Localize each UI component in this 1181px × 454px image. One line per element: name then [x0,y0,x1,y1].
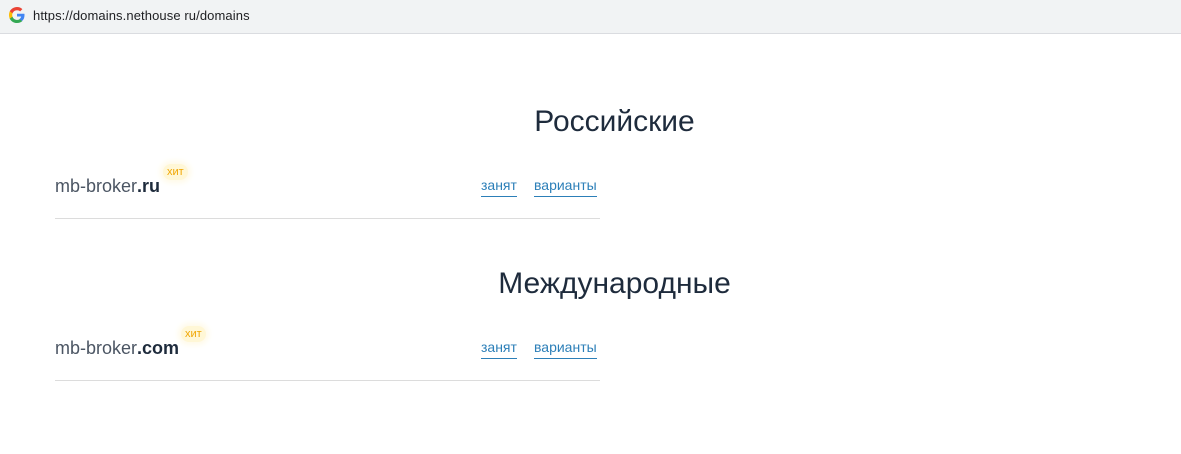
hit-badge: хит [163,164,188,180]
address-bar[interactable]: https://domains.nethouse ru/domains [0,0,1181,34]
variants-link[interactable]: варианты [534,177,597,197]
domain-name: mb-broker.com [55,338,179,359]
section-title-russian: Российские [534,104,695,138]
domain-base: mb-broker [55,338,138,358]
domain-tld: .com [137,338,180,358]
domain-tld: .ru [137,176,161,196]
taken-link[interactable]: занят [481,339,517,359]
domain-row-ru: mb-broker.ru хит занят варианты [55,164,600,219]
domain-base: mb-broker [55,176,138,196]
hit-badge: хит [181,326,206,342]
domain-row-com: mb-broker.com хит занят варианты [55,326,600,381]
google-g-icon [9,7,25,23]
domain-name: mb-broker.ru [55,176,160,197]
url-text[interactable]: https://domains.nethouse ru/domains [33,8,250,23]
variants-link[interactable]: варианты [534,339,597,359]
taken-link[interactable]: занят [481,177,517,197]
section-title-international: Международные [498,266,731,300]
